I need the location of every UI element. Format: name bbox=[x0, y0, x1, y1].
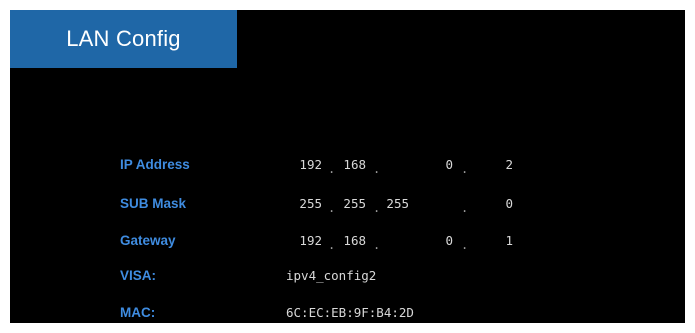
ip-separator-2: . bbox=[373, 162, 381, 176]
lan-config-tab[interactable]: LAN Config bbox=[10, 10, 237, 68]
ip-address-row: IP Address 192 . 168 . 0 . 2 bbox=[10, 154, 685, 176]
lan-config-panel: LAN Config IP Address 192 . 168 . 0 . 2 … bbox=[10, 10, 685, 323]
ip-address-label: IP Address bbox=[120, 157, 190, 172]
gateway-octet-3[interactable]: 0 bbox=[423, 230, 453, 252]
mask-separator-3: . bbox=[461, 201, 469, 215]
mask-octet-4[interactable]: 0 bbox=[483, 193, 513, 215]
gateway-octet-4[interactable]: 1 bbox=[483, 230, 513, 252]
gateway-separator-1: . bbox=[328, 238, 336, 252]
gateway-separator-3: . bbox=[461, 238, 469, 252]
ip-separator-3: . bbox=[461, 162, 469, 176]
visa-label: VISA: bbox=[120, 268, 157, 283]
ip-octet-2[interactable]: 168 bbox=[336, 154, 366, 176]
visa-row: VISA: ipv4_config2 bbox=[10, 265, 685, 287]
mask-octet-3[interactable]: 255 bbox=[379, 193, 409, 215]
page-title: LAN Config bbox=[66, 26, 181, 51]
mask-separator-1: . bbox=[328, 201, 336, 215]
ip-octet-3[interactable]: 0 bbox=[423, 154, 453, 176]
ip-separator-1: . bbox=[328, 162, 336, 176]
gateway-separator-2: . bbox=[373, 238, 381, 252]
sub-mask-label: SUB Mask bbox=[120, 196, 187, 211]
mask-octet-1[interactable]: 255 bbox=[292, 193, 322, 215]
mask-octet-2[interactable]: 255 bbox=[336, 193, 366, 215]
gateway-row: Gateway 192 . 168 . 0 . 1 bbox=[10, 230, 685, 252]
mac-row: MAC: 6C:EC:EB:9F:B4:2D bbox=[10, 302, 685, 324]
mac-value: 6C:EC:EB:9F:B4:2D bbox=[286, 305, 414, 320]
gateway-octet-1[interactable]: 192 bbox=[292, 230, 322, 252]
gateway-octet-2[interactable]: 168 bbox=[336, 230, 366, 252]
mac-label: MAC: bbox=[120, 305, 156, 320]
gateway-label: Gateway bbox=[120, 233, 176, 248]
ip-octet-1[interactable]: 192 bbox=[292, 154, 322, 176]
ip-octet-4[interactable]: 2 bbox=[483, 154, 513, 176]
sub-mask-row: SUB Mask 255 . 255 . 255 . 0 bbox=[10, 193, 685, 215]
visa-value[interactable]: ipv4_config2 bbox=[286, 265, 376, 287]
